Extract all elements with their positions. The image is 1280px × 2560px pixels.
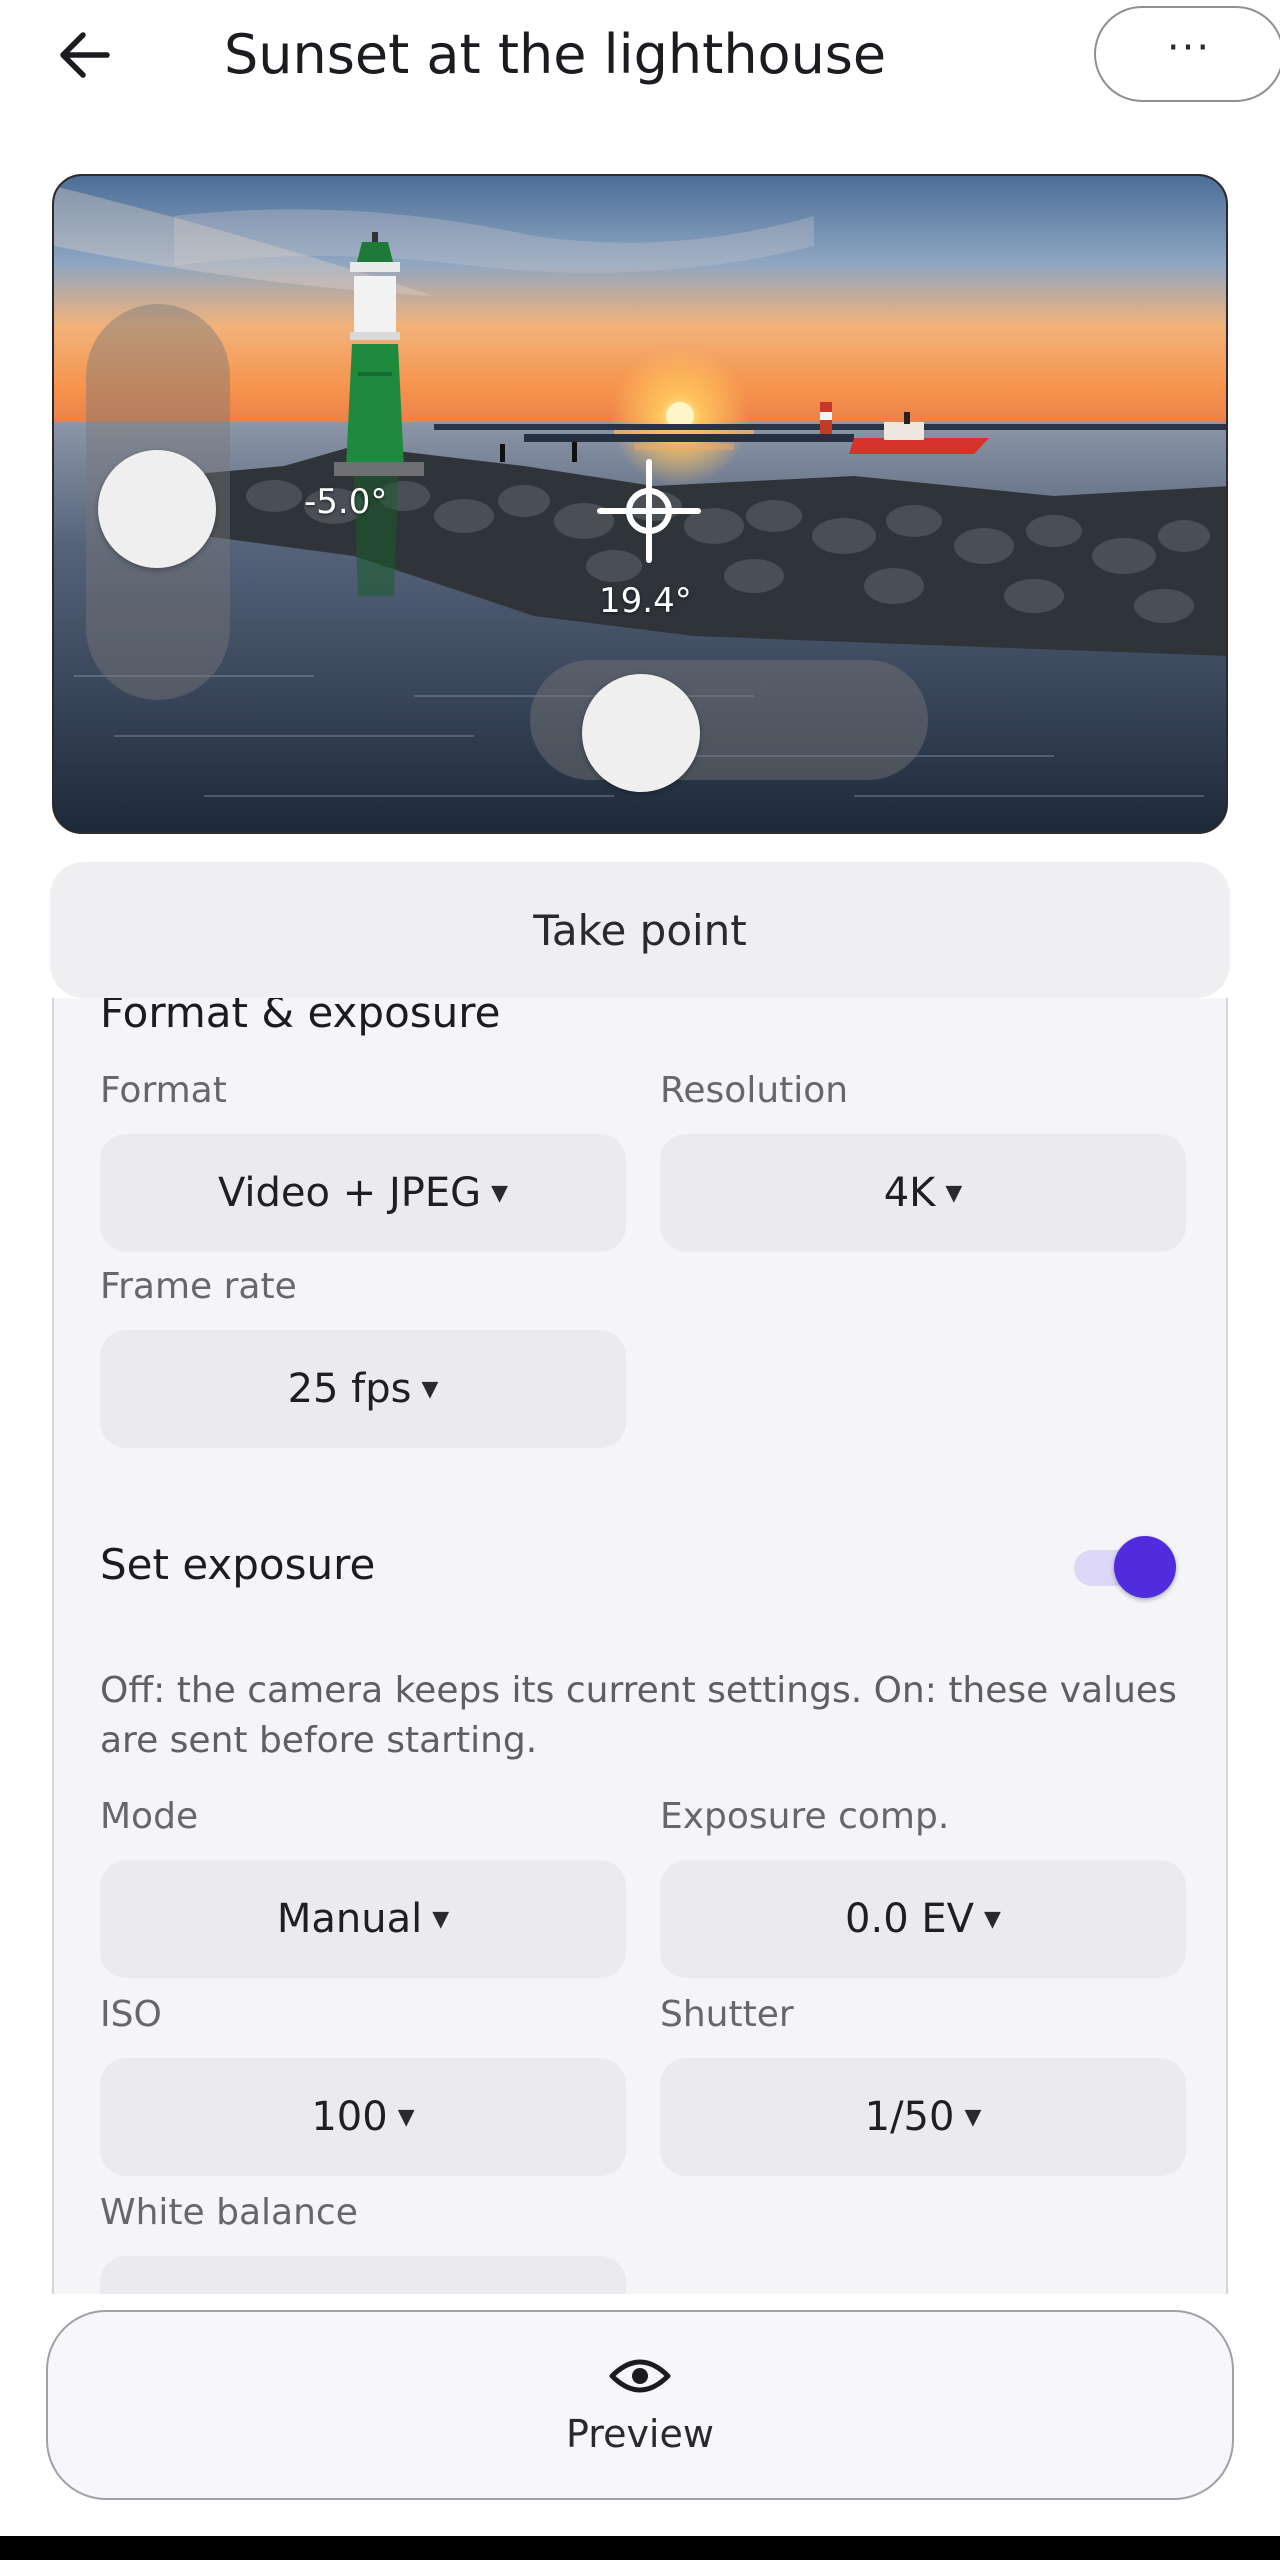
caret-down-icon: ▼ xyxy=(945,1180,963,1206)
caret-down-icon: ▼ xyxy=(491,1180,509,1206)
caret-down-icon: ▼ xyxy=(421,1376,439,1402)
camera-viewport[interactable]: -5.0° 19.4° xyxy=(52,174,1228,834)
more-options-button[interactable]: ··· xyxy=(1094,6,1280,102)
white-balance-dropdown[interactable] xyxy=(100,2256,626,2294)
toggle-knob xyxy=(1114,1536,1176,1598)
shutter-dropdown[interactable]: 1/50 ▼ xyxy=(660,2058,1186,2176)
format-dropdown[interactable]: Video + JPEG ▼ xyxy=(100,1134,626,1252)
tilt-slider-thumb[interactable] xyxy=(98,450,216,568)
system-navigation-bar xyxy=(0,2536,1280,2560)
exposure-comp-label: Exposure comp. xyxy=(660,1796,950,1837)
exposure-toggle[interactable] xyxy=(1074,1536,1184,1598)
resolution-value: 4K xyxy=(883,1170,936,1216)
exposure-comp-value: 0.0 EV xyxy=(845,1896,975,1942)
exposure-description: Off: the camera keeps its current settin… xyxy=(100,1670,1177,1761)
mode-value: Manual xyxy=(276,1896,423,1942)
page-title: Sunset at the lighthouse xyxy=(224,23,887,86)
resolution-dropdown[interactable]: 4K ▼ xyxy=(660,1134,1186,1252)
shutter-label: Shutter xyxy=(660,1994,794,2035)
exposure-comp-dropdown[interactable]: 0.0 EV ▼ xyxy=(660,1860,1186,1978)
pan-slider-thumb[interactable] xyxy=(582,674,700,792)
exposure-section-title: Set exposure xyxy=(100,1540,376,1589)
caret-down-icon: ▼ xyxy=(964,2104,982,2130)
crosshair-icon xyxy=(597,459,701,563)
tilt-readout: -5.0° xyxy=(304,482,388,522)
preview-label: Preview xyxy=(566,2412,714,2456)
pan-readout: 19.4° xyxy=(599,581,692,621)
resolution-label: Resolution xyxy=(660,1070,849,1111)
mode-label: Mode xyxy=(100,1796,199,1837)
iso-value: 100 xyxy=(311,2094,388,2140)
settings-panel[interactable]: Format & exposure Format Resolution Vide… xyxy=(52,998,1228,2294)
format-value: Video + JPEG xyxy=(217,1170,482,1216)
take-point-button[interactable]: Take point xyxy=(50,862,1230,998)
shutter-value: 1/50 xyxy=(864,2094,955,2140)
format-section-title: Format & exposure xyxy=(100,998,501,1037)
arrow-left-icon xyxy=(60,32,110,78)
back-button[interactable] xyxy=(40,10,130,100)
framerate-dropdown[interactable]: 25 fps ▼ xyxy=(100,1330,626,1448)
caret-down-icon: ▼ xyxy=(397,2104,415,2130)
iso-label: ISO xyxy=(100,1994,162,2035)
caret-down-icon: ▼ xyxy=(984,1906,1001,1932)
preview-button[interactable]: Preview xyxy=(46,2310,1234,2500)
format-label: Format xyxy=(100,1070,227,1111)
eye-icon xyxy=(609,2359,671,2393)
mode-dropdown[interactable]: Manual ▼ xyxy=(100,1860,626,1978)
framerate-value: 25 fps xyxy=(287,1366,412,1412)
more-options-icon: ··· xyxy=(1166,25,1212,71)
iso-dropdown[interactable]: 100 ▼ xyxy=(100,2058,626,2176)
caret-down-icon: ▼ xyxy=(432,1906,450,1932)
framerate-label: Frame rate xyxy=(100,1266,297,1307)
white-balance-label: White balance xyxy=(100,2192,358,2233)
